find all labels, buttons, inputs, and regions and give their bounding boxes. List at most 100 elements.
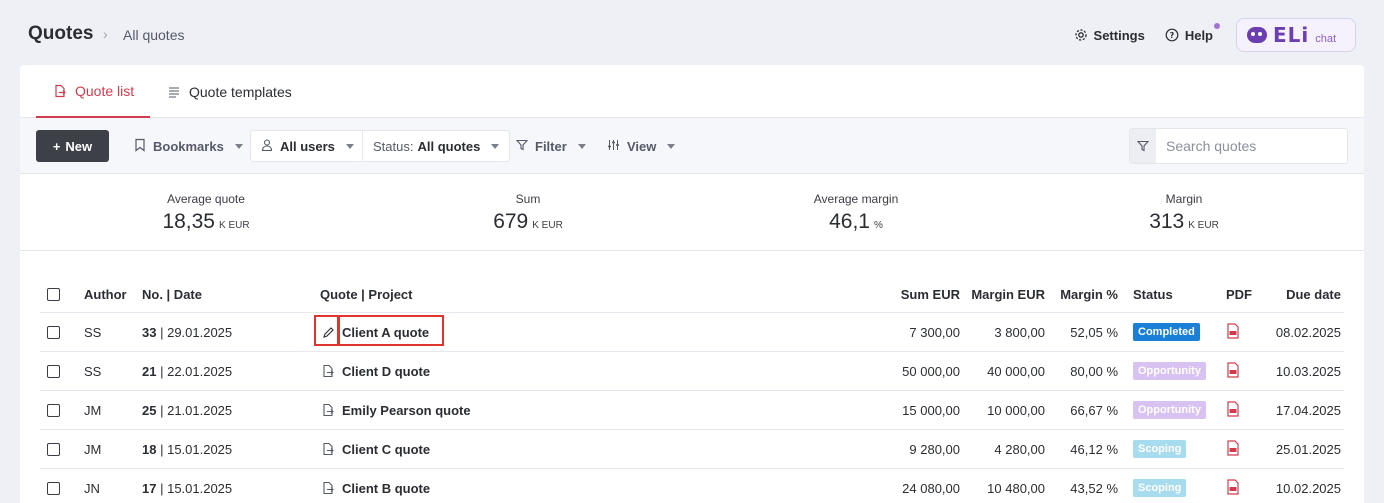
status-badge[interactable]: Opportunity xyxy=(1133,362,1206,380)
row-margin-pct: 43,52 % xyxy=(1070,480,1118,496)
help-link[interactable]: ? Help xyxy=(1165,22,1220,43)
settings-link[interactable]: Settings xyxy=(1074,28,1145,43)
status-dropdown[interactable]: Status: All quotes xyxy=(362,130,511,162)
row-quote-title[interactable]: Emily Pearson quote xyxy=(342,403,471,418)
chevron-down-icon xyxy=(577,143,586,149)
row-quote: Client C quote xyxy=(320,430,430,468)
filter-dropdown[interactable]: Filter xyxy=(515,130,586,162)
row-date: | 21.01.2025 xyxy=(160,402,233,418)
quotes-table: Author No. | Date Quote | Project Sum EU… xyxy=(40,277,1344,503)
row-margin-pct: 66,67 % xyxy=(1070,402,1118,418)
stat-label: Average margin xyxy=(813,192,899,206)
new-quote-button[interactable]: + New xyxy=(36,130,109,162)
quote-doc-icon[interactable] xyxy=(320,402,336,418)
eli-avatar-icon xyxy=(1247,27,1267,43)
status-badge[interactable]: Completed xyxy=(1133,323,1200,341)
row-due-date: 10.03.2025 xyxy=(1275,363,1341,379)
header-quote[interactable]: Quote | Project xyxy=(320,277,413,312)
view-dropdown[interactable]: View xyxy=(607,130,676,162)
bookmark-icon xyxy=(134,138,146,155)
row-checkbox[interactable] xyxy=(47,403,60,417)
quote-doc-icon[interactable] xyxy=(320,480,336,496)
filter-icon[interactable] xyxy=(1130,129,1156,163)
filter-icon xyxy=(515,139,529,154)
row-margin: 40 000,00 xyxy=(987,363,1045,379)
row-no-date: 18 | 15.01.2025 xyxy=(142,430,232,468)
svg-text:?: ? xyxy=(1170,31,1175,40)
header-status[interactable]: Status xyxy=(1133,277,1173,312)
list-icon xyxy=(166,84,182,100)
tab-label: Quote templates xyxy=(189,83,292,100)
tab-bar: Quote list Quote templates xyxy=(20,65,1364,118)
header-author[interactable]: Author xyxy=(84,277,127,312)
highlight-quote-title xyxy=(338,315,444,346)
header-sum[interactable]: Sum EUR xyxy=(901,277,960,312)
chevron-down-icon xyxy=(234,143,243,149)
quote-doc-icon[interactable] xyxy=(320,363,336,379)
row-quote-title[interactable]: Client B quote xyxy=(342,481,430,496)
pdf-icon[interactable] xyxy=(1226,322,1240,342)
row-author: JM xyxy=(84,441,102,457)
row-number: 21 xyxy=(142,363,157,379)
row-sum: 24 080,00 xyxy=(902,480,960,496)
row-number: 18 xyxy=(142,441,157,457)
row-checkbox[interactable] xyxy=(47,364,60,378)
table-row[interactable]: JN 17 | 15.01.2025 Client B quote 24 080… xyxy=(40,469,1344,503)
row-checkbox[interactable] xyxy=(47,481,60,495)
row-author: JM xyxy=(84,402,102,418)
status-badge[interactable]: Opportunity xyxy=(1133,401,1206,419)
row-no-date: 25 | 21.01.2025 xyxy=(142,391,232,429)
stat-unit: K EUR xyxy=(1188,220,1219,231)
row-quote: Client D quote xyxy=(320,352,430,390)
row-due-date: 25.01.2025 xyxy=(1275,441,1341,457)
row-checkbox[interactable] xyxy=(47,325,60,339)
chevron-down-icon xyxy=(345,143,354,149)
stat-value: 18,35 xyxy=(162,210,215,233)
quote-doc-icon[interactable] xyxy=(320,441,336,457)
pdf-icon[interactable] xyxy=(1226,361,1240,381)
stat-sum: Sum 679 K EUR xyxy=(428,192,628,234)
page-title[interactable]: Quotes xyxy=(28,23,93,45)
status-badge[interactable]: Scoping xyxy=(1133,440,1187,458)
table-row[interactable]: JM 18 | 15.01.2025 Client C quote 9 280,… xyxy=(40,430,1344,469)
header-margin[interactable]: Margin EUR xyxy=(971,277,1045,312)
pdf-icon[interactable] xyxy=(1226,478,1240,498)
row-number: 25 xyxy=(142,402,157,418)
eli-chat-button[interactable]: ELi chat xyxy=(1236,18,1356,52)
row-due-date: 08.02.2025 xyxy=(1275,324,1341,340)
notification-dot xyxy=(1214,22,1220,29)
search-input[interactable] xyxy=(1156,129,1347,163)
tab-quote-templates[interactable]: Quote templates xyxy=(166,65,292,118)
header-no-date[interactable]: No. | Date xyxy=(142,277,202,312)
stats-bar: Average quote 18,35 K EUR Sum 679 K EUR Av… xyxy=(20,175,1364,251)
status-prefix: Status: xyxy=(373,138,414,154)
row-margin: 3 800,00 xyxy=(994,324,1045,340)
header-pdf: PDF xyxy=(1226,287,1252,302)
filter-label: Filter xyxy=(535,138,567,154)
tab-quote-list[interactable]: Quote list xyxy=(36,65,151,118)
bookmarks-dropdown[interactable]: Bookmarks xyxy=(134,130,243,162)
sliders-icon xyxy=(607,139,620,154)
table-row[interactable]: SS 21 | 22.01.2025 Client D quote 50 000… xyxy=(40,352,1344,391)
users-dropdown[interactable]: All users xyxy=(250,130,365,162)
pdf-icon[interactable] xyxy=(1226,400,1240,420)
row-checkbox[interactable] xyxy=(47,442,60,456)
table-row[interactable]: SS 33 | 29.01.2025 Client A quote 7 300,… xyxy=(40,313,1344,352)
row-number: 17 xyxy=(142,480,157,496)
table-row[interactable]: JM 25 | 21.01.2025 Emily Pearson quote 1… xyxy=(40,391,1344,430)
row-margin: 4 280,00 xyxy=(994,441,1045,457)
user-icon xyxy=(261,138,273,155)
stat-value: 313 xyxy=(1149,210,1185,233)
row-quote-title[interactable]: Client D quote xyxy=(342,364,430,379)
status-badge[interactable]: Scoping xyxy=(1133,479,1187,497)
row-quote: Emily Pearson quote xyxy=(320,391,471,429)
row-quote-title[interactable]: Client C quote xyxy=(342,442,430,457)
row-due-date: 10.02.2025 xyxy=(1275,480,1341,496)
pdf-icon[interactable] xyxy=(1226,439,1240,459)
header-margin-pct[interactable]: Margin % xyxy=(1060,277,1118,312)
breadcrumb-separator: › xyxy=(103,26,108,42)
gear-icon xyxy=(1074,28,1088,42)
row-date: | 29.01.2025 xyxy=(160,324,233,340)
header-due-date[interactable]: Due date xyxy=(1286,277,1341,312)
select-all-checkbox[interactable] xyxy=(47,288,60,301)
